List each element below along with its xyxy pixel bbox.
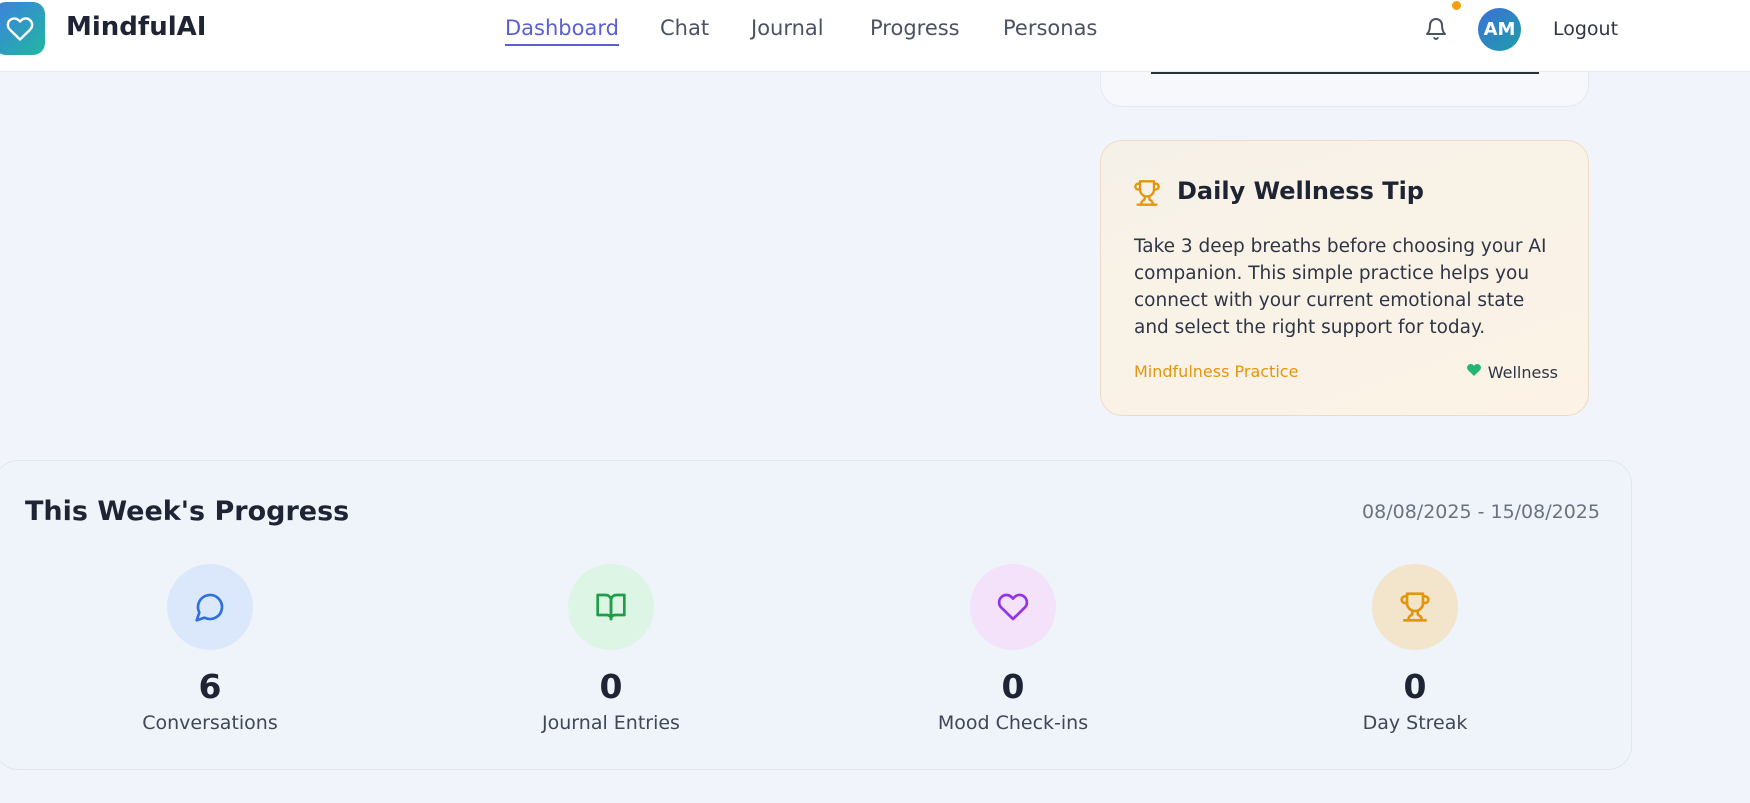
logout-button[interactable]: Logout [1553,18,1618,40]
wellness-tip-card: Daily Wellness Tip Take 3 deep breaths b… [1100,140,1589,416]
partial-card-divider [1151,72,1539,74]
trophy-icon [1133,179,1161,207]
book-open-icon [568,564,654,650]
trophy-icon [1372,564,1458,650]
notification-bell-icon[interactable] [1424,17,1448,41]
nav-journal[interactable]: Journal [751,16,824,44]
stat-label: Conversations [142,712,278,734]
tip-tag: Mindfulness Practice [1134,362,1299,381]
stat-day-streak: 0 Day Streak [1265,564,1565,734]
tip-title: Daily Wellness Tip [1177,177,1424,205]
heart-icon [970,564,1056,650]
tip-category: Wellness [1466,362,1558,382]
brand-name[interactable]: MindfulAI [66,12,206,42]
weekly-progress-card: This Week's Progress 08/08/2025 - 15/08/… [0,460,1632,770]
progress-title: This Week's Progress [25,496,350,527]
stat-conversations: 6 Conversations [60,564,360,734]
tip-category-label: Wellness [1487,362,1558,382]
stat-value: 6 [198,667,222,706]
user-avatar[interactable]: AM [1478,8,1521,51]
nav-dashboard[interactable]: Dashboard [505,16,619,46]
stat-value: 0 [1403,667,1427,706]
stat-label: Day Streak [1362,712,1468,734]
stat-journal-entries: 0 Journal Entries [461,564,761,734]
stat-label: Journal Entries [542,712,680,734]
progress-date-range: 08/08/2025 - 15/08/2025 [1362,501,1600,523]
stat-value: 0 [599,667,623,706]
stat-label: Mood Check-ins [937,712,1089,734]
top-navigation-bar: MindfulAI Dashboard Chat Journal Progres… [0,0,1750,72]
logo-heart-icon[interactable] [0,2,45,55]
nav-progress[interactable]: Progress [870,16,960,44]
green-heart-icon [1466,362,1482,382]
stat-mood-checkins: 0 Mood Check-ins [863,564,1163,734]
nav-chat[interactable]: Chat [660,16,709,44]
nav-personas[interactable]: Personas [1003,16,1097,44]
notification-dot [1452,1,1461,10]
chat-bubble-icon [167,564,253,650]
stat-value: 0 [1001,667,1025,706]
tip-body: Take 3 deep breaths before choosing your… [1134,236,1547,338]
